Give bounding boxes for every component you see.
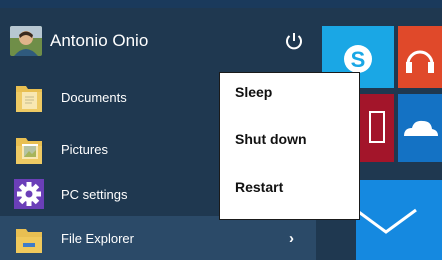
restart-option[interactable]: Restart bbox=[235, 179, 283, 195]
user-name: Antonio Onio bbox=[50, 31, 149, 50]
folder-documents-icon bbox=[14, 80, 44, 114]
menu-item-label: Pictures bbox=[61, 141, 108, 157]
menu-item-file-explorer[interactable]: File Explorer › bbox=[0, 216, 316, 260]
menu-item-label: File Explorer bbox=[61, 230, 134, 246]
svg-text:S: S bbox=[351, 47, 366, 72]
headphones-icon bbox=[406, 50, 434, 73]
user-account[interactable]: Antonio Onio bbox=[10, 26, 148, 56]
top-band bbox=[0, 0, 442, 8]
chevron-right-icon[interactable]: › bbox=[289, 230, 294, 247]
folder-pictures-icon bbox=[14, 132, 44, 166]
mail-tile[interactable] bbox=[355, 180, 442, 260]
onedrive-cloud-icon bbox=[404, 120, 438, 136]
folder-explorer-icon bbox=[14, 221, 44, 255]
mail-icon bbox=[355, 208, 417, 234]
onedrive-tile[interactable] bbox=[398, 94, 442, 162]
screen: Antonio Onio Documents Pictures PC setti… bbox=[0, 0, 442, 260]
shutdown-option[interactable]: Shut down bbox=[235, 131, 307, 147]
menu-item-label: Documents bbox=[61, 89, 127, 105]
start-menu: Antonio Onio Documents Pictures PC setti… bbox=[0, 8, 442, 260]
power-icon[interactable] bbox=[283, 30, 305, 52]
music-tile[interactable] bbox=[398, 26, 442, 88]
menu-item-label: PC settings bbox=[61, 186, 128, 202]
power-options-menu: Sleep Shut down Restart bbox=[219, 72, 360, 220]
avatar bbox=[10, 26, 42, 56]
gear-icon bbox=[14, 177, 44, 211]
sleep-option[interactable]: Sleep bbox=[235, 84, 272, 100]
